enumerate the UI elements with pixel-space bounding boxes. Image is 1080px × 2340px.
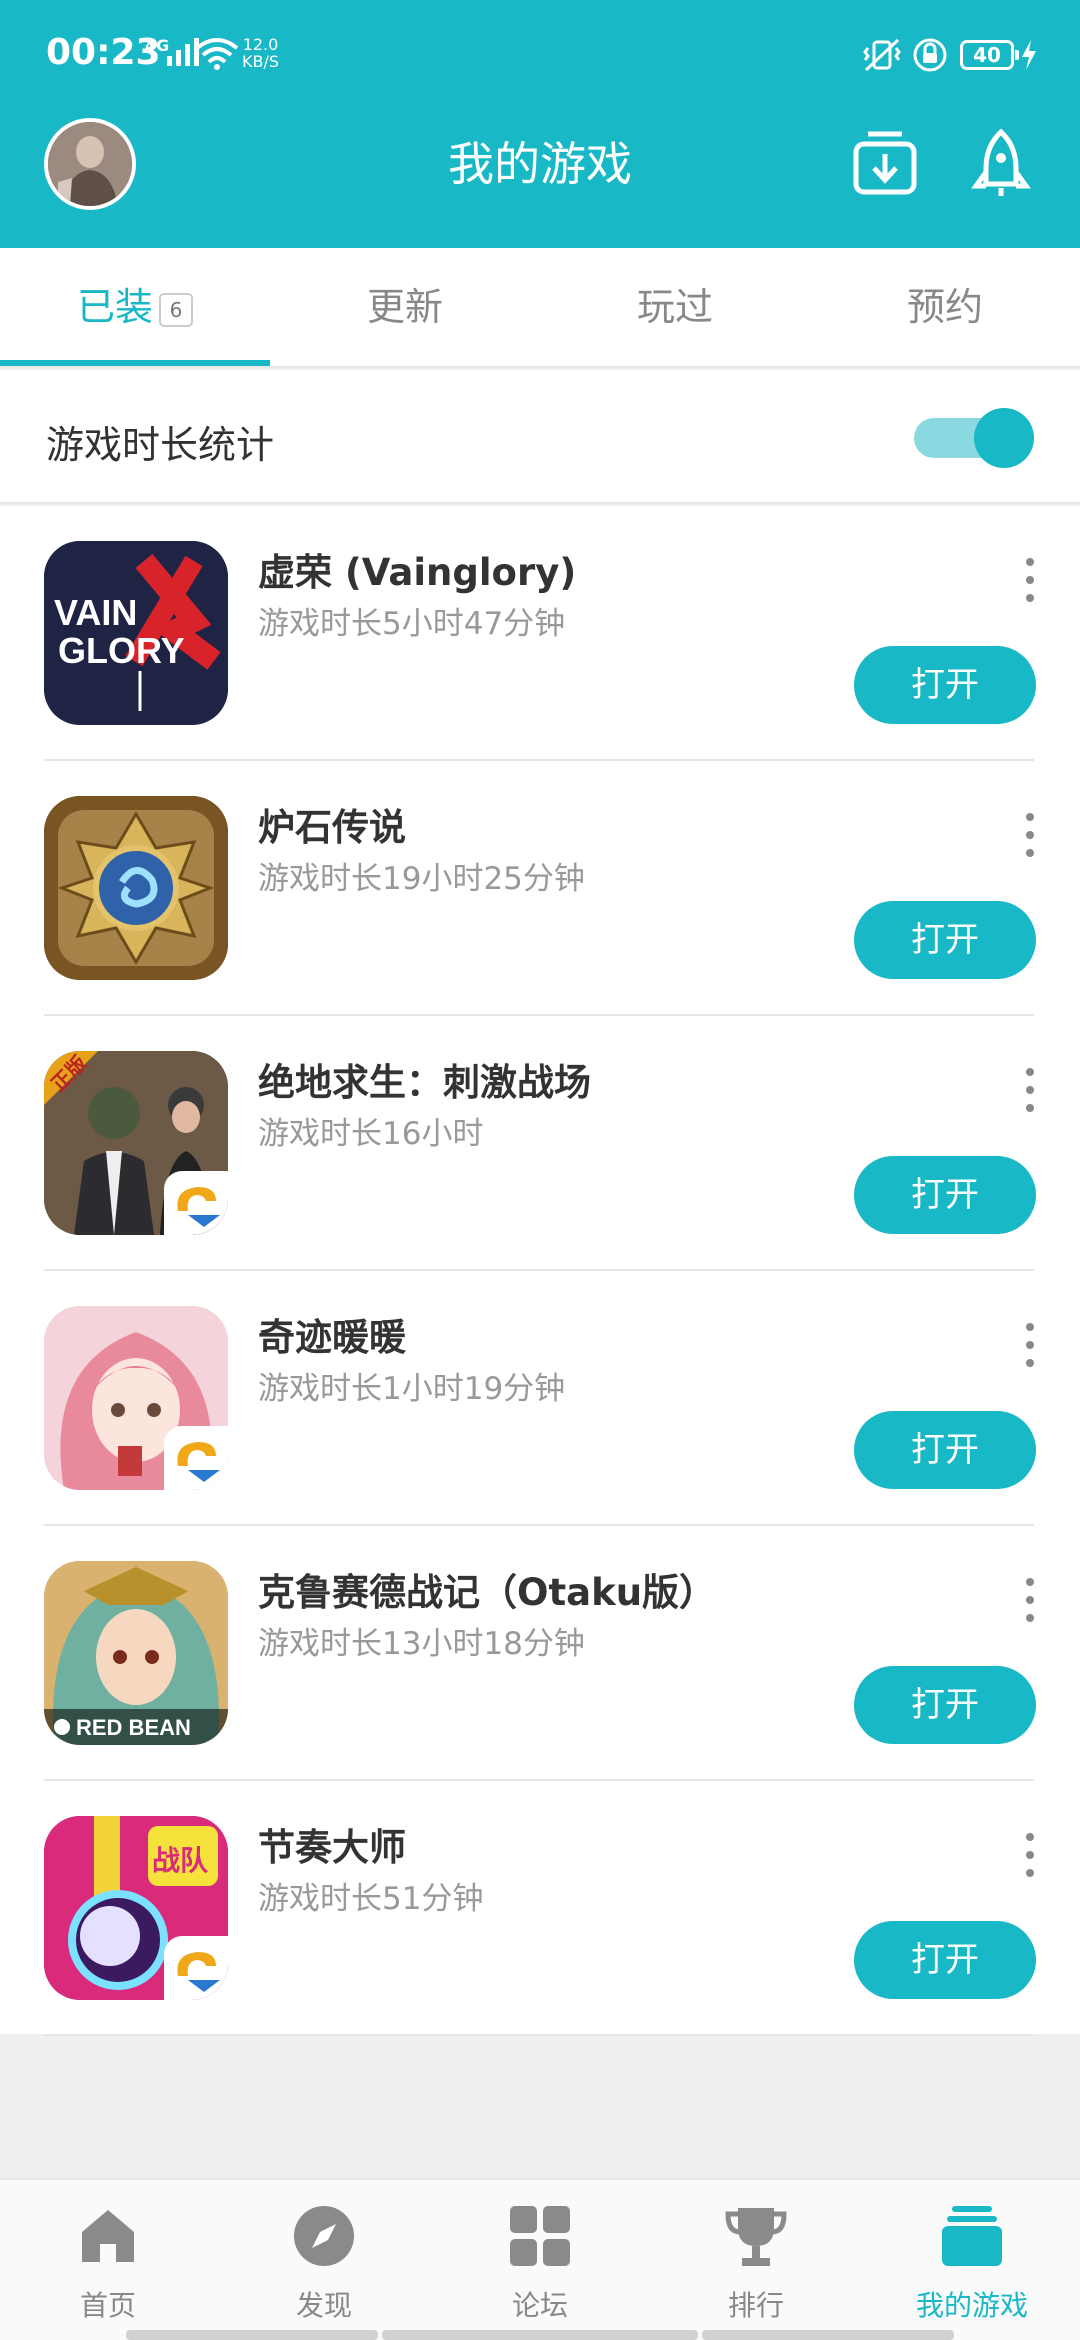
rocket-icon[interactable] (966, 128, 1036, 200)
game-name: 虚荣 (Vainglory) (258, 551, 577, 594)
game-playtime: 游戏时长19小时25分钟 (258, 861, 585, 897)
open-game-button[interactable]: 打开 (854, 1666, 1036, 1744)
vainglory-app-icon: VAIN GLORY (44, 541, 228, 725)
crusaders-app-icon: RED BEAN (44, 1561, 228, 1745)
speed-unit: KB/S (242, 52, 280, 71)
playtime-stats-toggle[interactable] (912, 406, 1036, 470)
crusaders-artwork: RED BEAN (44, 1561, 228, 1745)
nav-label: 排行 (727, 2289, 784, 2322)
tab-bar: 已装 6 更新 玩过 预约 (0, 248, 1080, 368)
playtime-stats-label: 游戏时长统计 (46, 423, 275, 467)
tab-label: 已装 (76, 285, 153, 329)
status-bar: 00:23 4G 12.0 KB/S 40 (0, 0, 1080, 110)
open-game-button[interactable]: 打开 (854, 646, 1036, 724)
more-options-icon[interactable] (1012, 1831, 1048, 1879)
game-name: 绝地求生：刺激战场 (258, 1061, 591, 1104)
gesture-bar (382, 2330, 698, 2340)
game-list: VAIN GLORY 虚荣 (Vainglory) 游戏时长5小时47分钟 打开… (0, 506, 1080, 2036)
game-playtime: 游戏时长1小时19分钟 (258, 1371, 566, 1407)
vainglory-logo-text-1: VAIN (54, 592, 137, 633)
red-bean-logo-text: RED BEAN (76, 1715, 191, 1740)
battery-icon: 40 (960, 40, 1019, 70)
vibrate-icon (863, 38, 901, 72)
nav-label: 发现 (295, 2289, 352, 2322)
game-playtime: 游戏时长16小时 (258, 1116, 484, 1152)
nikki-app-icon (44, 1306, 228, 1490)
network-speed: 12.0 KB/S (242, 36, 279, 70)
download-icon[interactable] (852, 128, 922, 200)
game-name: 节奏大师 (258, 1826, 406, 1869)
nav-home[interactable]: 首页 (0, 2180, 216, 2330)
my-games-icon (942, 2206, 1002, 2266)
open-game-button[interactable]: 打开 (854, 1411, 1036, 1489)
open-game-button[interactable]: 打开 (854, 1156, 1036, 1234)
vainglory-logo-text-2: GLORY (58, 630, 185, 671)
installed-count-badge: 6 (159, 292, 193, 327)
nav-forum[interactable]: 论坛 (432, 2180, 648, 2330)
tab-reserved[interactable]: 预约 (810, 248, 1080, 368)
hearthstone-app-icon (44, 796, 228, 980)
game-name: 奇迹暖暖 (258, 1316, 406, 1359)
list-item[interactable]: 正版 绝地求生：刺激战场 游戏时长16小时 打开 (0, 1016, 1080, 1271)
toggle-knob (974, 408, 1034, 468)
list-item[interactable]: RED BEAN 克鲁赛德战记（Otaku版） 游戏时长13小时18分钟 打开 (0, 1526, 1080, 1781)
nav-my-games[interactable]: 我的游戏 (864, 2180, 1080, 2330)
speed-value: 12.0 (242, 35, 279, 54)
active-tab-indicator (0, 360, 270, 366)
tab-label: 玩过 (636, 285, 713, 329)
list-item[interactable]: 战队 节奏大师 游戏时长51分钟 打开 (0, 1781, 1080, 2036)
tab-updates[interactable]: 更新 (270, 248, 540, 368)
game-playtime: 游戏时长13小时18分钟 (258, 1626, 585, 1662)
tab-label: 预约 (906, 285, 983, 329)
charging-icon (1022, 40, 1036, 70)
app-header: 00:23 4G 12.0 KB/S 40 我的游戏 (0, 0, 1080, 248)
nav-label: 论坛 (511, 2289, 568, 2322)
nav-ranking[interactable]: 排行 (648, 2180, 864, 2330)
list-item[interactable]: 炉石传说 游戏时长19小时25分钟 打开 (0, 761, 1080, 1016)
grid-icon (510, 2206, 570, 2266)
list-item[interactable]: 奇迹暖暖 游戏时长1小时19分钟 打开 (0, 1271, 1080, 1526)
game-name: 克鲁赛德战记（Otaku版） (258, 1571, 717, 1614)
nav-label: 首页 (79, 2289, 136, 2322)
game-name: 炉石传说 (258, 806, 406, 849)
list-item[interactable]: VAIN GLORY 虚荣 (Vainglory) 游戏时长5小时47分钟 打开 (0, 506, 1080, 761)
tab-installed[interactable]: 已装 6 (0, 248, 270, 368)
rhythm-master-app-icon: 战队 (44, 1816, 228, 2000)
tencent-icon (164, 1426, 228, 1490)
game-playtime: 游戏时长51分钟 (258, 1881, 484, 1917)
lock-rotation-icon (913, 38, 947, 72)
pubg-app-icon: 正版 (44, 1051, 228, 1235)
more-options-icon[interactable] (1012, 1321, 1048, 1369)
trophy-icon (725, 2208, 787, 2266)
gesture-bar (702, 2330, 954, 2340)
open-game-button[interactable]: 打开 (854, 901, 1036, 979)
more-options-icon[interactable] (1012, 811, 1048, 859)
vainglory-logo: VAIN GLORY (44, 541, 228, 725)
tencent-icon (164, 1936, 228, 2000)
nav-label: 我的游戏 (915, 2289, 1028, 2322)
home-icon (82, 2210, 134, 2262)
more-options-icon[interactable] (1012, 1066, 1048, 1114)
wifi-icon (195, 38, 239, 70)
compass-icon (294, 2206, 354, 2266)
playtime-stats-row: 游戏时长统计 (0, 370, 1080, 504)
nav-discover[interactable]: 发现 (216, 2180, 432, 2330)
status-time: 00:23 (46, 32, 161, 73)
tab-label: 更新 (366, 285, 443, 329)
divider (44, 2034, 1034, 2036)
gesture-bar (126, 2330, 378, 2340)
open-game-button[interactable]: 打开 (854, 1921, 1036, 1999)
hearthstone-logo (44, 796, 228, 980)
rhythm-team-tag: 战队 (152, 1844, 209, 1877)
more-options-icon[interactable] (1012, 556, 1048, 604)
tencent-icon (164, 1171, 228, 1235)
game-playtime: 游戏时长5小时47分钟 (258, 606, 566, 642)
bottom-nav: 首页 发现 论坛 排行 我的游戏 (0, 2178, 1080, 2340)
more-options-icon[interactable] (1012, 1576, 1048, 1624)
tab-played[interactable]: 玩过 (540, 248, 810, 368)
